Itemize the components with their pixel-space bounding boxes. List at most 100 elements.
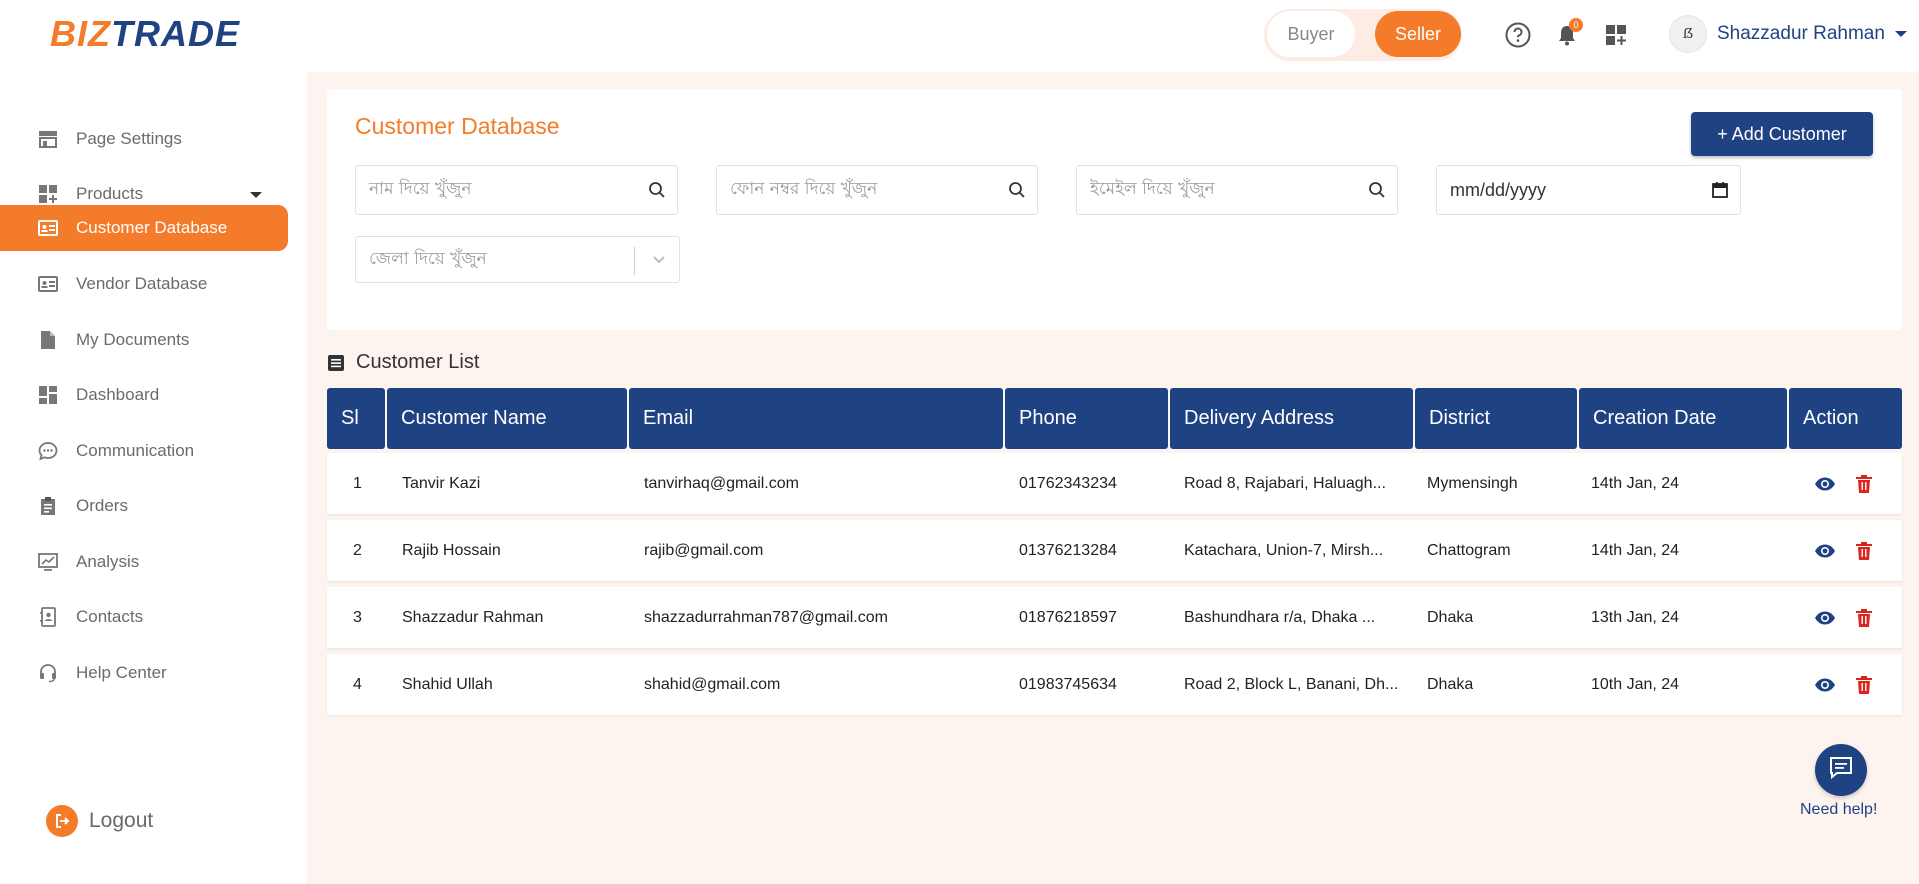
table-row[interactable]: 3 Shazzadur Rahman shazzadurrahman787@gm…: [327, 587, 1902, 648]
delete-trash-icon[interactable]: [1853, 540, 1875, 562]
document-icon: [38, 330, 58, 350]
view-eye-icon[interactable]: [1814, 607, 1836, 629]
sidebar-item-contacts[interactable]: Contacts: [0, 594, 288, 640]
sidebar-item-label: Orders: [76, 496, 128, 515]
sidebar-item-label: Help Center: [76, 663, 167, 682]
user-name: Shazzadur Rahman: [1717, 23, 1885, 44]
cell-email: shahid@gmail.com: [644, 675, 781, 693]
headset-icon: [38, 663, 58, 683]
table-row[interactable]: 1 Tanvir Kazi tanvirhaq@gmail.com 017623…: [327, 453, 1902, 514]
avatar-initial: ẞ: [1682, 26, 1694, 42]
chevron-down-icon[interactable]: [649, 249, 669, 269]
cell-district: Mymensingh: [1427, 474, 1518, 492]
page-title: Customer Database: [355, 113, 560, 139]
cell-sl: 4: [353, 675, 362, 693]
view-eye-icon[interactable]: [1814, 473, 1836, 495]
brand-logo[interactable]: BIZTRADE: [50, 13, 240, 55]
seller-toggle-button[interactable]: Seller: [1375, 11, 1461, 57]
cell-delivery-address: Road 2, Block L, Banani, Dh...: [1184, 675, 1399, 693]
customer-table: Sl Customer Name Email Phone Delivery Ad…: [327, 388, 1902, 715]
dashboard-icon: [38, 385, 58, 405]
date-placeholder: mm/dd/yyyy: [1450, 179, 1547, 200]
chat-bubble-icon: [38, 441, 58, 461]
cell-delivery-address: Bashundhara r/a, Dhaka ...: [1184, 608, 1376, 626]
cell-delivery-address: Road 8, Rajabari, Haluagh...: [1184, 474, 1386, 492]
cell-district: Dhaka: [1427, 608, 1474, 626]
sidebar-item-vendor-database[interactable]: Vendor Database: [0, 261, 288, 307]
buyer-toggle-button[interactable]: Buyer: [1267, 11, 1355, 57]
filter-card: Customer Database + Add Customer নাম দিয…: [327, 89, 1902, 330]
sidebar-item-customer-database[interactable]: Customer Database: [0, 205, 288, 251]
sidebar-item-label: Vendor Database: [76, 274, 208, 293]
add-widget-icon[interactable]: [1601, 20, 1631, 50]
cell-district: Dhaka: [1427, 675, 1474, 693]
contact-card-icon: [38, 274, 58, 294]
need-help-button[interactable]: [1815, 744, 1867, 796]
calendar-icon[interactable]: [1710, 180, 1730, 200]
add-customer-button[interactable]: + Add Customer: [1691, 112, 1873, 156]
sidebar-item-label: Products: [76, 184, 144, 203]
chevron-down-icon[interactable]: [250, 192, 262, 198]
sidebar-item-label: Communication: [76, 441, 195, 460]
view-eye-icon[interactable]: [1814, 674, 1836, 696]
logout-button[interactable]: Logout: [46, 805, 153, 837]
phone-search-input[interactable]: ফোন নম্বর দিয়ে খুঁজুন: [716, 165, 1038, 215]
sidebar-item-page-settings[interactable]: Page Settings: [0, 116, 288, 162]
creation-date-input[interactable]: mm/dd/yyyy: [1436, 165, 1741, 215]
sidebar-item-label: Dashboard: [76, 385, 160, 404]
sidebar-item-dashboard[interactable]: Dashboard: [0, 372, 288, 418]
user-menu[interactable]: ẞ Shazzadur Rahman: [1669, 14, 1907, 54]
column-header-email: Email: [629, 388, 1003, 449]
brand-part-2: TRADE: [111, 13, 240, 54]
cell-phone: 01876218597: [1019, 608, 1117, 626]
notification-count-badge: 0: [1569, 18, 1583, 32]
search-icon: [1367, 180, 1387, 200]
cell-phone: 01762343234: [1019, 474, 1117, 492]
sidebar-item-communication[interactable]: Communication: [0, 428, 288, 474]
cell-email: shazzadurrahman787@gmail.com: [644, 608, 888, 626]
phone-search-placeholder: ফোন নম্বর দিয়ে খুঁজুন: [730, 179, 878, 199]
table-row[interactable]: 2 Rajib Hossain rajib@gmail.com 01376213…: [327, 520, 1902, 581]
name-search-input[interactable]: নাম দিয়ে খুঁজুন: [355, 165, 678, 215]
delete-trash-icon[interactable]: [1853, 473, 1875, 495]
sidebar-item-analysis[interactable]: Analysis: [0, 539, 288, 585]
list-icon: [327, 354, 345, 372]
logout-label: Logout: [89, 809, 154, 832]
role-toggle: Buyer Seller: [1264, 9, 1462, 61]
sidebar-item-orders[interactable]: Orders: [0, 483, 288, 529]
customer-list-heading: Customer List: [327, 351, 479, 374]
chevron-down-icon: [1894, 31, 1907, 37]
help-icon[interactable]: [1503, 20, 1533, 50]
cell-phone: 01983745634: [1019, 675, 1117, 693]
cell-creation-date: 14th Jan, 24: [1591, 541, 1680, 559]
sidebar-item-label: Contacts: [76, 607, 144, 626]
sidebar-item-label: Customer Database: [76, 218, 228, 237]
sidebar: Page Settings Products Customer Database…: [0, 72, 307, 884]
sidebar-item-help-center[interactable]: Help Center: [0, 650, 288, 696]
sidebar-item-label: Page Settings: [76, 129, 182, 148]
sidebar-item-label: My Documents: [76, 330, 190, 349]
cell-customer-name: Shahid Ullah: [402, 675, 493, 693]
cell-customer-name: Tanvir Kazi: [402, 474, 481, 492]
avatar: ẞ: [1669, 15, 1707, 53]
search-icon: [647, 180, 667, 200]
brand-part-1: BIZ: [50, 13, 111, 54]
delete-trash-icon[interactable]: [1853, 674, 1875, 696]
delete-trash-icon[interactable]: [1853, 607, 1875, 629]
email-search-input[interactable]: ইমেইল দিয়ে খুঁজুন: [1076, 165, 1398, 215]
notification-bell-icon[interactable]: 0: [1552, 18, 1583, 50]
need-help-label[interactable]: Need help!: [1800, 801, 1877, 819]
cell-creation-date: 13th Jan, 24: [1591, 608, 1680, 626]
cell-sl: 3: [353, 608, 362, 626]
clipboard-icon: [38, 496, 58, 516]
email-search-placeholder: ইমেইল দিয়ে খুঁজুন: [1090, 179, 1215, 199]
id-card-icon: [38, 218, 58, 238]
district-select[interactable]: জেলা দিয়ে খুঁজুন: [355, 236, 680, 283]
view-eye-icon[interactable]: [1814, 540, 1836, 562]
column-header-action: Action: [1789, 388, 1902, 449]
add-grid-icon: [38, 184, 58, 204]
sidebar-item-my-documents[interactable]: My Documents: [0, 317, 288, 363]
sidebar-item-label: Analysis: [76, 552, 140, 571]
table-row[interactable]: 4 Shahid Ullah shahid@gmail.com 01983745…: [327, 654, 1902, 715]
column-header-sl: Sl: [327, 388, 385, 449]
